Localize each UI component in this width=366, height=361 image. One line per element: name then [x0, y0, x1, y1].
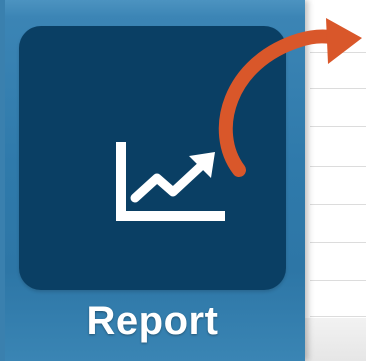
- document-page: [296, 0, 366, 361]
- document-line: [310, 52, 366, 53]
- panel-top-strip: [0, 0, 305, 16]
- report-app-tile[interactable]: [19, 26, 286, 290]
- document-line: [310, 88, 366, 89]
- app-label[interactable]: Report: [0, 296, 305, 346]
- document-line: [310, 166, 366, 167]
- screen: Report: [0, 0, 366, 361]
- document-footer-area: [296, 318, 366, 361]
- document-line: [310, 126, 366, 127]
- document-line: [310, 280, 366, 281]
- app-launcher-panel: Report: [0, 0, 305, 361]
- line-chart-trending-up-icon: [116, 142, 225, 221]
- document-line: [310, 316, 366, 317]
- document-line: [310, 204, 366, 205]
- document-line: [310, 242, 366, 243]
